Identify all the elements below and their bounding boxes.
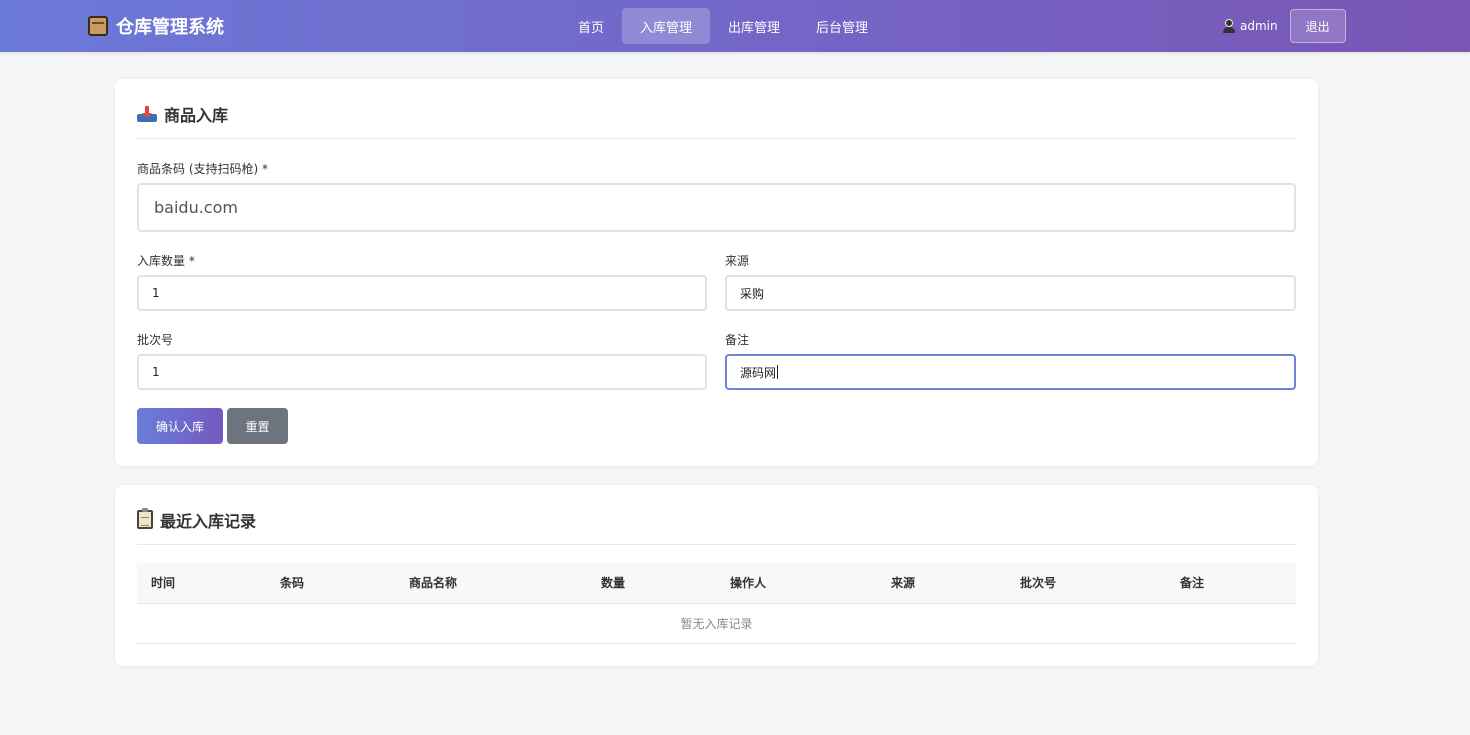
empty-state-text: 暂无入库记录	[137, 603, 1296, 644]
app-title: 仓库管理系统	[116, 17, 224, 38]
column-header-time: 时间	[137, 563, 266, 604]
user-icon	[1222, 19, 1236, 33]
nav-item-stock-in[interactable]: 入库管理	[622, 8, 711, 44]
records-table: 时间 条码 商品名称 数量 操作人 来源 批次号 备注 暂无入库记录	[137, 563, 1296, 644]
recent-records-title-text: 最近入库记录	[160, 511, 257, 531]
current-user: admin	[1222, 19, 1278, 33]
reset-button[interactable]: 重置	[227, 408, 288, 444]
text-caret	[777, 365, 779, 379]
username: admin	[1240, 19, 1278, 33]
column-header-barcode: 条码	[266, 563, 395, 604]
top-navbar: 仓库管理系统 首页 入库管理 出库管理 后台管理 admin 退出	[0, 0, 1470, 52]
source-input[interactable]: 采购	[725, 275, 1296, 311]
nav-item-stock-out[interactable]: 出库管理	[710, 8, 798, 44]
remark-value: 源码网	[740, 365, 777, 380]
logout-button[interactable]: 退出	[1289, 9, 1346, 43]
column-header-source: 来源	[877, 563, 1006, 604]
barcode-input[interactable]: baidu.com	[137, 183, 1296, 232]
quantity-input[interactable]: 1	[137, 275, 707, 311]
user-area: admin 退出	[1222, 0, 1346, 52]
clipboard-icon	[137, 508, 153, 529]
quantity-label: 入库数量 *	[137, 254, 195, 268]
source-value: 采购	[740, 286, 765, 301]
stock-in-title-text: 商品入库	[164, 105, 229, 125]
column-header-remark: 备注	[1166, 563, 1296, 604]
nav-item-home[interactable]: 首页	[560, 8, 622, 44]
table-row: 暂无入库记录	[137, 603, 1296, 644]
column-header-product-name: 商品名称	[395, 563, 587, 604]
nav-menu: 首页 入库管理 出库管理 后台管理	[560, 0, 886, 52]
barcode-value: baidu.com	[154, 198, 238, 217]
recent-records-card: 最近入库记录 时间 条码 商品名称 数量 操作人 来源 批次号 备注 暂无入库记…	[115, 485, 1318, 666]
column-header-operator: 操作人	[716, 563, 877, 604]
column-header-quantity: 数量	[587, 563, 716, 604]
barcode-label: 商品条码 (支持扫码枪) *	[137, 162, 268, 176]
confirm-stock-in-button[interactable]: 确认入库	[137, 408, 223, 444]
table-header-row: 时间 条码 商品名称 数量 操作人 来源 批次号 备注	[137, 563, 1296, 604]
remark-input[interactable]: 源码网	[725, 354, 1296, 390]
source-label: 来源	[725, 254, 750, 268]
batch-value: 1	[152, 365, 160, 379]
column-header-batch: 批次号	[1006, 563, 1166, 604]
batch-label: 批次号	[137, 333, 174, 347]
stock-in-title: 商品入库	[137, 79, 1296, 139]
recent-records-title: 最近入库记录	[137, 485, 1296, 545]
package-icon	[88, 16, 108, 36]
nav-item-admin[interactable]: 后台管理	[798, 8, 886, 44]
quantity-value: 1	[152, 286, 160, 300]
batch-input[interactable]: 1	[137, 354, 707, 390]
brand[interactable]: 仓库管理系统	[88, 0, 224, 52]
stock-in-card: 商品入库 商品条码 (支持扫码枪) * baidu.com 入库数量 * 1 来…	[115, 79, 1318, 466]
inbox-icon	[137, 105, 157, 122]
remark-label: 备注	[725, 333, 750, 347]
